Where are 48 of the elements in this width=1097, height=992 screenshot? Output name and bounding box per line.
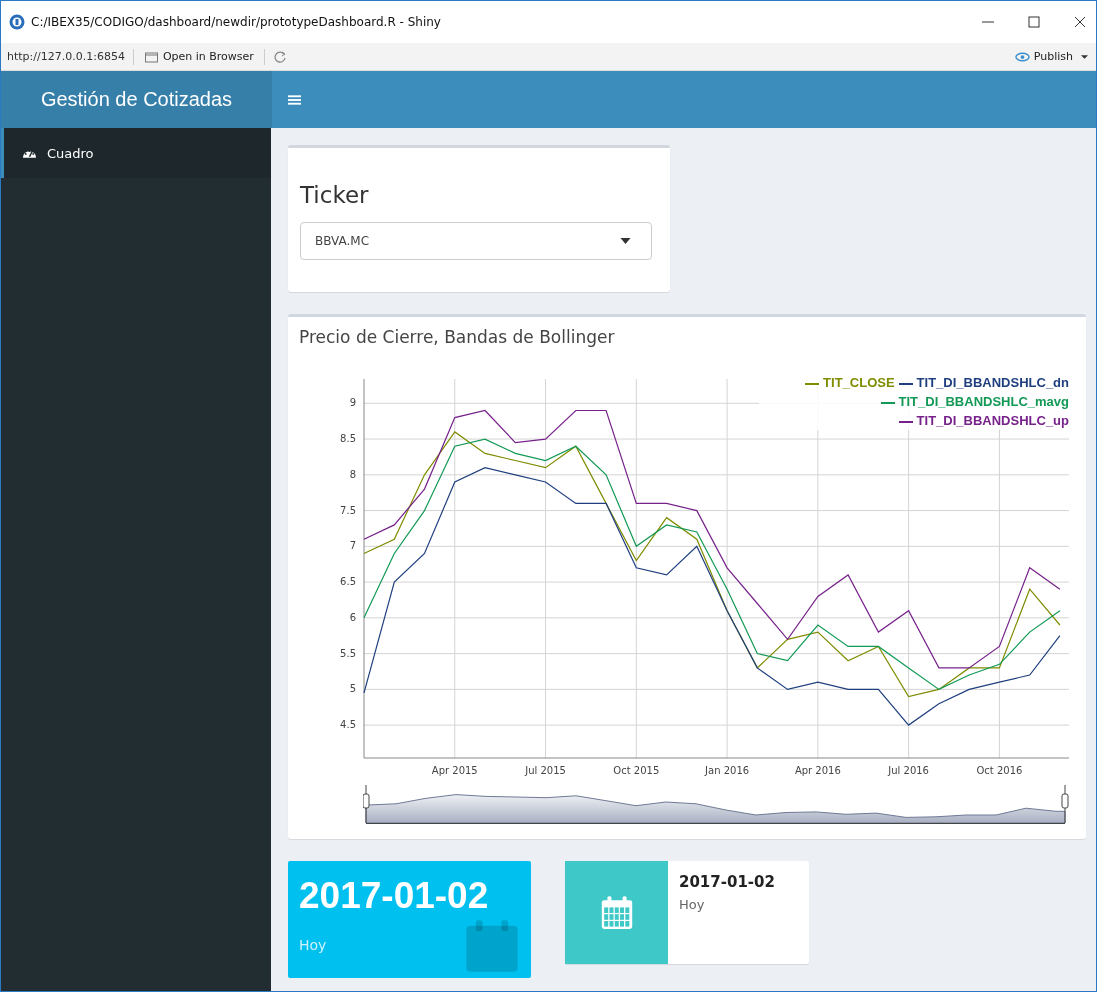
publish-icon xyxy=(1014,50,1030,63)
value-text: 2017-01-02 xyxy=(299,875,489,917)
x-tick-label: Oct 2015 xyxy=(613,765,660,776)
legend-swatch xyxy=(898,382,913,385)
r-logo-icon xyxy=(9,14,25,30)
x-tick-label: Jul 2015 xyxy=(525,765,566,776)
caret-icon xyxy=(620,238,631,244)
x-tick-label: Apr 2015 xyxy=(431,765,478,776)
y-tick-label: 4.5 xyxy=(340,719,356,731)
x-tick-label: Jan 2016 xyxy=(705,765,750,776)
info-subtitle: Hoy xyxy=(679,897,706,912)
browser-icon xyxy=(143,50,159,63)
legend-swatch xyxy=(898,420,913,423)
ticker-select[interactable]: BBVA.MC xyxy=(300,222,652,260)
legend-swatch xyxy=(805,382,820,385)
info-value: 2017-01-02 xyxy=(679,873,775,891)
y-tick-label: 8 xyxy=(349,468,356,480)
app-brand: Gestión de Cotizadas xyxy=(1,71,272,128)
sidebar-item[interactable]: Cuadro xyxy=(1,128,271,178)
legend-swatch xyxy=(880,401,895,404)
ticker-label: Ticker xyxy=(300,182,370,208)
x-tick-label: Jul 2016 xyxy=(888,765,929,776)
refresh-icon[interactable] xyxy=(272,49,287,64)
x-tick-label: Oct 2016 xyxy=(976,765,1023,776)
y-tick-label: 8.5 xyxy=(340,433,356,445)
window-title: C:/IBEX35/CODIGO/dashboard/newdir/prototypeDashboard.R - Shiny xyxy=(31,15,441,29)
value-subtitle: Hoy xyxy=(299,937,327,953)
publish-button[interactable]: Publish xyxy=(1012,50,1090,63)
legend-label: TIT_DI_BBANDSHLC_up xyxy=(916,413,1069,428)
y-tick-label: 9 xyxy=(349,397,356,409)
x-tick-label: Apr 2016 xyxy=(794,765,841,776)
close-icon[interactable] xyxy=(1074,16,1086,28)
y-tick-label: 6 xyxy=(349,611,356,623)
y-tick-label: 5 xyxy=(349,683,356,695)
open-in-browser-button[interactable]: Open in Browser xyxy=(141,50,256,63)
menu-icon[interactable] xyxy=(288,93,301,106)
maximize-icon[interactable] xyxy=(1028,16,1040,28)
calendar-icon xyxy=(600,895,633,930)
y-tick-label: 7.5 xyxy=(340,504,356,516)
legend-label: TIT_CLOSE xyxy=(823,375,895,390)
caret-icon xyxy=(1081,53,1088,60)
y-tick-label: 7 xyxy=(349,540,356,552)
y-tick-label: 5.5 xyxy=(340,647,356,659)
y-tick-label: 6.5 xyxy=(340,576,356,588)
url-text: http://127.0.0.1:6854 xyxy=(7,50,125,63)
chart-title: Precio de Cierre, Bandas de Bollinger xyxy=(299,327,616,349)
legend-label: TIT_DI_BBANDSHLC_mavg xyxy=(898,394,1069,409)
legend-label: TIT_DI_BBANDSHLC_dn xyxy=(916,375,1069,390)
